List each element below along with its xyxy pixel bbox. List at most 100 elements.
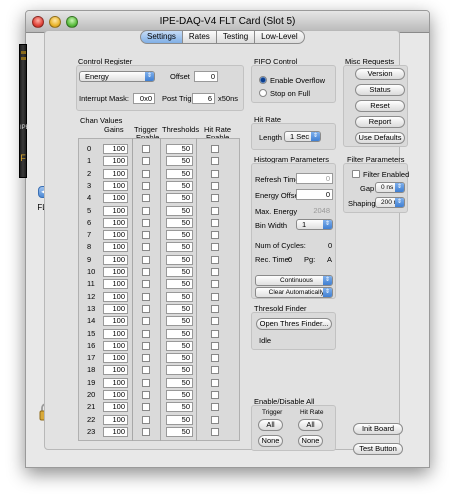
refresh-field[interactable]: 0 bbox=[296, 173, 333, 184]
hitrate-enable-checkbox[interactable] bbox=[211, 354, 219, 363]
threshold-field[interactable]: 50 bbox=[166, 254, 193, 265]
gain-field[interactable]: 100 bbox=[103, 402, 128, 413]
trigger-enable-checkbox[interactable] bbox=[142, 268, 150, 276]
gain-field[interactable]: 100 bbox=[103, 254, 128, 265]
trigger-enable-checkbox[interactable] bbox=[142, 169, 150, 178]
gain-field[interactable]: 100 bbox=[103, 180, 128, 191]
status-button[interactable]: Status bbox=[355, 84, 405, 96]
hitrate-enable-checkbox[interactable] bbox=[211, 194, 219, 203]
trigger-enable-checkbox[interactable] bbox=[142, 145, 150, 153]
gain-field[interactable]: 100 bbox=[103, 144, 128, 154]
hitrate-enable-checkbox[interactable] bbox=[211, 169, 219, 178]
tab-testing[interactable]: Testing bbox=[216, 30, 256, 44]
trigger-enable-checkbox[interactable] bbox=[142, 403, 150, 412]
gain-field[interactable]: 100 bbox=[103, 377, 128, 388]
threshold-field[interactable]: 50 bbox=[166, 267, 193, 277]
report-button[interactable]: Report bbox=[355, 116, 405, 128]
hitrate-enable-checkbox[interactable] bbox=[211, 280, 219, 289]
hitrate-enable-checkbox[interactable] bbox=[211, 427, 219, 436]
trigger-enable-checkbox[interactable] bbox=[142, 194, 150, 203]
gain-field[interactable]: 100 bbox=[103, 365, 128, 376]
hitrate-enable-checkbox[interactable] bbox=[211, 378, 219, 387]
trigger-enable-checkbox[interactable] bbox=[142, 218, 150, 227]
threshold-field[interactable]: 50 bbox=[166, 426, 193, 437]
threshold-field[interactable]: 50 bbox=[166, 303, 193, 314]
threshold-field[interactable]: 50 bbox=[166, 242, 193, 253]
tab-settings[interactable]: Settings bbox=[140, 30, 183, 44]
gain-field[interactable]: 100 bbox=[103, 316, 128, 327]
trigger-enable-checkbox[interactable] bbox=[142, 206, 150, 215]
trigger-enable-checkbox[interactable] bbox=[142, 329, 150, 338]
hitrate-enable-checkbox[interactable] bbox=[211, 218, 219, 227]
hitrate-enable-checkbox[interactable] bbox=[211, 181, 219, 190]
interrupt-field[interactable]: 0x0 bbox=[133, 93, 155, 104]
trigger-enable-checkbox[interactable] bbox=[142, 255, 150, 264]
version-button[interactable]: Version bbox=[355, 68, 405, 80]
filter-enabled-checkbox[interactable] bbox=[352, 170, 360, 178]
hitrate-enable-checkbox[interactable] bbox=[211, 243, 219, 252]
enable-overflow-radio[interactable] bbox=[259, 76, 267, 84]
hitrate-enable-checkbox[interactable] bbox=[211, 157, 219, 166]
tab-rates[interactable]: Rates bbox=[182, 30, 217, 44]
gain-field[interactable]: 100 bbox=[103, 230, 128, 241]
threshold-field[interactable]: 50 bbox=[166, 377, 193, 388]
trigger-enable-checkbox[interactable] bbox=[142, 341, 150, 350]
gain-field[interactable]: 100 bbox=[103, 168, 128, 179]
threshold-field[interactable]: 50 bbox=[166, 205, 193, 216]
gain-field[interactable]: 100 bbox=[103, 291, 128, 302]
hitrate-enable-checkbox[interactable] bbox=[211, 391, 219, 399]
threshold-field[interactable]: 50 bbox=[166, 316, 193, 327]
stop-on-full-radio[interactable] bbox=[259, 89, 267, 97]
trigger-enable-checkbox[interactable] bbox=[142, 317, 150, 326]
length-select[interactable]: 1 Sec ⇕ bbox=[284, 131, 321, 142]
hitrate-enable-checkbox[interactable] bbox=[211, 317, 219, 326]
threshold-field[interactable]: 50 bbox=[166, 402, 193, 413]
hitrate-enable-checkbox[interactable] bbox=[211, 231, 219, 240]
hitrate-enable-checkbox[interactable] bbox=[211, 341, 219, 350]
threshold-field[interactable]: 50 bbox=[166, 230, 193, 241]
trigger-all-button[interactable]: All bbox=[258, 419, 283, 431]
close-button[interactable] bbox=[32, 16, 44, 28]
hitrate-enable-checkbox[interactable] bbox=[211, 415, 219, 424]
threshold-field[interactable]: 50 bbox=[166, 365, 193, 376]
trigger-enable-checkbox[interactable] bbox=[142, 231, 150, 240]
threshold-field[interactable]: 50 bbox=[166, 168, 193, 179]
gain-field[interactable]: 100 bbox=[103, 156, 128, 167]
use-defaults-button[interactable]: Use Defaults bbox=[355, 132, 405, 144]
tab-low-level[interactable]: Low-Level bbox=[255, 30, 305, 44]
trigger-enable-checkbox[interactable] bbox=[142, 415, 150, 424]
gain-field[interactable]: 100 bbox=[103, 426, 128, 437]
clear-mode-select[interactable]: Clear Automatically ⇕ bbox=[255, 287, 333, 298]
hitrate-enable-checkbox[interactable] bbox=[211, 255, 219, 264]
gain-field[interactable]: 100 bbox=[103, 414, 128, 425]
gap-select[interactable]: 0 ns ⇕ bbox=[375, 182, 405, 193]
gain-field[interactable]: 100 bbox=[103, 328, 128, 339]
trigger-enable-checkbox[interactable] bbox=[142, 391, 150, 399]
init-board-button[interactable]: Init Board bbox=[353, 423, 403, 435]
gain-field[interactable]: 100 bbox=[103, 193, 128, 204]
hitrate-enable-checkbox[interactable] bbox=[211, 304, 219, 313]
histogram-mode-select[interactable]: Continuous ⇕ bbox=[255, 275, 333, 286]
hitrate-enable-checkbox[interactable] bbox=[211, 366, 219, 375]
gain-field[interactable]: 100 bbox=[103, 390, 128, 400]
open-thres-finder-button[interactable]: Open Thres Finder... bbox=[256, 318, 332, 330]
reset-button[interactable]: Reset bbox=[355, 100, 405, 112]
gain-field[interactable]: 100 bbox=[103, 205, 128, 216]
energy-offset-field[interactable]: 0 bbox=[296, 189, 333, 200]
gain-field[interactable]: 100 bbox=[103, 242, 128, 253]
threshold-field[interactable]: 50 bbox=[166, 390, 193, 400]
threshold-field[interactable]: 50 bbox=[166, 279, 193, 290]
trigger-enable-checkbox[interactable] bbox=[142, 181, 150, 190]
hitrate-none-button[interactable]: None bbox=[298, 435, 323, 447]
test-button[interactable]: Test Button bbox=[353, 443, 403, 455]
threshold-field[interactable]: 50 bbox=[166, 328, 193, 339]
trigger-none-button[interactable]: None bbox=[258, 435, 283, 447]
bin-width-select[interactable]: 1 ⇕ bbox=[296, 219, 333, 230]
hitrate-enable-checkbox[interactable] bbox=[211, 329, 219, 338]
gain-field[interactable]: 100 bbox=[103, 267, 128, 277]
hitrate-enable-checkbox[interactable] bbox=[211, 268, 219, 276]
threshold-field[interactable]: 50 bbox=[166, 144, 193, 154]
trigger-enable-checkbox[interactable] bbox=[142, 378, 150, 387]
trigger-enable-checkbox[interactable] bbox=[142, 354, 150, 363]
hitrate-all-button[interactable]: All bbox=[298, 419, 323, 431]
